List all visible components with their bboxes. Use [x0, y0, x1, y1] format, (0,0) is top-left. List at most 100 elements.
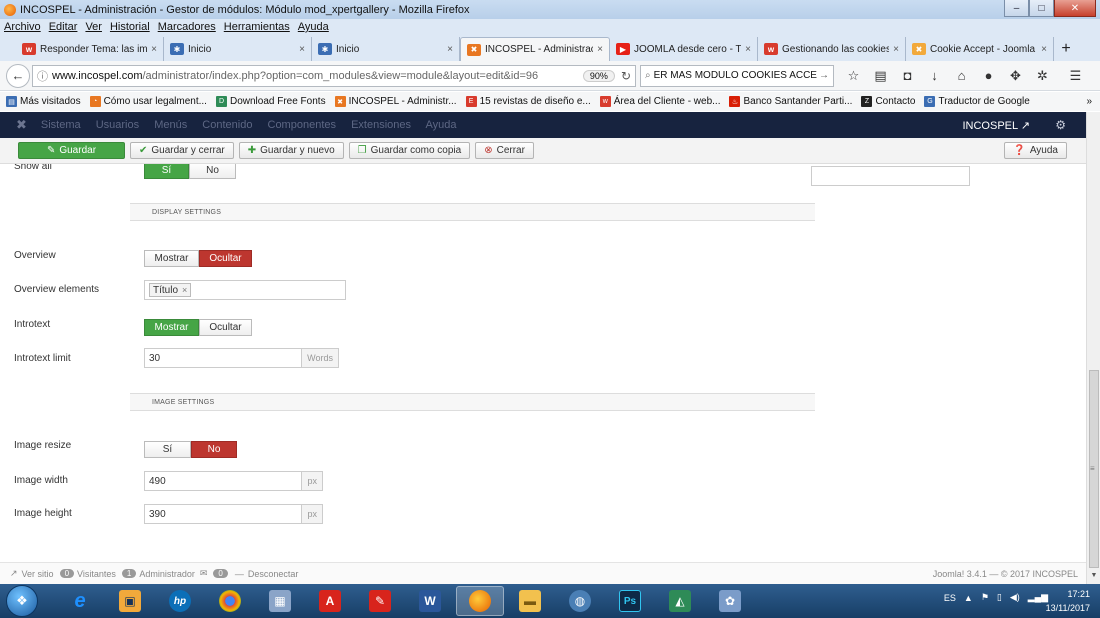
joomla-menu-componentes[interactable]: Componentes	[268, 119, 337, 131]
menu-ayuda[interactable]: Ayuda	[298, 21, 329, 33]
joomla-menu-ayuda[interactable]: Ayuda	[425, 119, 456, 131]
chip-remove-icon[interactable]: ×	[182, 285, 187, 295]
image-height-input[interactable]: 390	[145, 505, 301, 523]
menu-archivo[interactable]: Archivo	[4, 21, 41, 33]
back-button[interactable]: ←	[6, 63, 30, 88]
bookmark-item[interactable]: Z Contacto	[861, 96, 915, 107]
help-button[interactable]: ❓ Ayuda	[1004, 142, 1067, 159]
image-width-field[interactable]: 490 px	[144, 471, 323, 491]
overview-elements-field[interactable]: Título ×	[144, 280, 346, 300]
minimize-button[interactable]: ‒	[1004, 0, 1029, 17]
scroll-down-icon[interactable]: ▼	[1088, 570, 1100, 582]
tab-close-icon[interactable]: ×	[151, 44, 157, 55]
bookmark-item[interactable]: G Traductor de Google	[924, 96, 1030, 107]
addon-puzzle-icon[interactable]: ✲	[1029, 68, 1056, 84]
taskbar-ie-icon[interactable]: e	[56, 586, 104, 616]
joomla-menu-usuarios[interactable]: Usuarios	[96, 119, 139, 131]
envelope-icon[interactable]: ✉	[200, 568, 208, 579]
menu-historial[interactable]: Historial	[110, 21, 150, 33]
joomla-logo-icon[interactable]: ✖	[16, 117, 27, 133]
show-all-yes-option[interactable]: Sí	[144, 164, 189, 179]
search-input[interactable]: ER MAS MODULO COOKIES ACCEPT	[654, 70, 817, 81]
taskbar-media-icon[interactable]: ▣	[106, 586, 154, 616]
tab-close-icon[interactable]: ×	[1041, 44, 1047, 55]
overview-show-option[interactable]: Mostrar	[144, 250, 199, 267]
reload-icon[interactable]: ↻	[621, 69, 631, 83]
taskbar-word-icon[interactable]: W	[406, 586, 454, 616]
side-panel-field[interactable]	[811, 166, 970, 186]
tab-close-icon[interactable]: ×	[299, 44, 305, 55]
tab-close-icon[interactable]: ×	[745, 44, 751, 55]
pocket-icon[interactable]: ◘	[894, 68, 921, 84]
browser-tab[interactable]: w Gestionando las cookies ×	[758, 37, 906, 61]
bookmark-item[interactable]: ◔ Cómo usar legalment...	[89, 96, 207, 107]
bookmark-item[interactable]: D Download Free Fonts	[215, 96, 326, 107]
home-icon[interactable]: ⌂	[948, 68, 975, 84]
info-icon[interactable]: ⓘ	[37, 68, 48, 84]
taskbar-hp-icon[interactable]: hp	[156, 586, 204, 616]
close-button[interactable]: ⊗ Cerrar	[475, 142, 534, 159]
extension-icon[interactable]: ●	[975, 68, 1002, 84]
reading-list-icon[interactable]: ▤	[867, 68, 894, 84]
taskbar-firefox-icon[interactable]	[456, 586, 504, 616]
taskbar-dreamweaver-icon[interactable]: ◭	[656, 586, 704, 616]
page-scrollbar[interactable]: ≡ ▼	[1086, 112, 1100, 584]
windows-start-icon[interactable]: ❖	[6, 585, 38, 617]
introtext-limit-input[interactable]: 30	[145, 349, 301, 367]
close-window-button[interactable]: ✕	[1054, 0, 1096, 17]
menu-herramientas[interactable]: Herramientas	[224, 21, 290, 33]
save-new-button[interactable]: ✚ Guardar y nuevo	[238, 142, 344, 159]
bookmark-item[interactable]: ✖ INCOSPEL - Administr...	[334, 96, 457, 107]
browser-tab[interactable]: ✖ Cookie Accept - Joomla ×	[906, 37, 1054, 61]
download-icon[interactable]: ↓	[921, 68, 948, 84]
taskbar-photoshop-icon[interactable]: Ps	[606, 586, 654, 616]
maximize-button[interactable]: □	[1029, 0, 1054, 17]
search-box[interactable]: ⌕ ER MAS MODULO COOKIES ACCEPT →	[640, 64, 834, 87]
tab-close-icon[interactable]: ×	[893, 44, 899, 55]
save-copy-button[interactable]: ❐ Guardar como copia	[348, 142, 471, 159]
browser-tab-active[interactable]: ✖ INCOSPEL - Administrac ×	[460, 37, 610, 61]
save-button[interactable]: ✎ Guardar	[18, 142, 125, 159]
browser-tab[interactable]: ▶ JOOMLA desde cero - Tu ×	[610, 37, 758, 61]
bookmark-item[interactable]: ▤ Más visitados	[6, 96, 81, 107]
language-indicator[interactable]: ES	[944, 593, 956, 603]
site-link[interactable]: INCOSPEL ↗	[962, 119, 1030, 132]
hamburger-menu-icon[interactable]: ☰	[1062, 68, 1089, 84]
volume-icon[interactable]: ◀)	[1010, 592, 1020, 603]
taskbar-palette-icon[interactable]: ✿	[706, 586, 754, 616]
taskbar-explorer-icon[interactable]: ▬	[506, 586, 554, 616]
save-close-button[interactable]: ✔ Guardar y cerrar	[130, 142, 234, 159]
tab-close-icon[interactable]: ×	[597, 44, 603, 55]
taskbar-paint-icon[interactable]: ✎	[356, 586, 404, 616]
menu-editar[interactable]: Editar	[49, 21, 78, 33]
joomla-menu-sistema[interactable]: Sistema	[41, 119, 81, 131]
taskbar-calculator-icon[interactable]: ▦	[256, 586, 304, 616]
bookmark-item[interactable]: ♨ Banco Santander Parti...	[729, 96, 852, 107]
browser-tab[interactable]: ✱ Inicio ×	[164, 37, 312, 61]
bookmark-item[interactable]: E 15 revistas de diseño e...	[465, 96, 591, 107]
joomla-menu-menus[interactable]: Menús	[154, 119, 187, 131]
overview-hide-option[interactable]: Ocultar	[199, 250, 252, 267]
view-site-link[interactable]: Ver sitio	[22, 569, 54, 579]
taskbar-clock[interactable]: 17:21 13/11/2017	[1046, 587, 1090, 615]
tab-close-icon[interactable]: ×	[447, 44, 453, 55]
gear-icon[interactable]: ⚙	[1055, 118, 1066, 132]
menu-marcadores[interactable]: Marcadores	[158, 21, 216, 33]
tray-expand-icon[interactable]: ▲	[964, 593, 973, 603]
url-bar[interactable]: ⓘ www.incospel.com/administrator/index.p…	[32, 64, 636, 87]
taskbar-acrobat-icon[interactable]: A	[306, 586, 354, 616]
new-tab-button[interactable]: +	[1054, 37, 1078, 61]
bookmark-star-icon[interactable]: ☆	[840, 68, 867, 84]
show-all-no-option[interactable]: No	[189, 164, 236, 179]
browser-tab[interactable]: w Responder Tema: las imá ×	[16, 37, 164, 61]
image-resize-no-option[interactable]: No	[191, 441, 237, 458]
zoom-indicator[interactable]: 90%	[582, 69, 615, 82]
browser-tab[interactable]: ✱ Inicio ×	[312, 37, 460, 61]
battery-icon[interactable]: ▯	[997, 592, 1002, 603]
search-go-icon[interactable]: →	[819, 70, 829, 81]
menu-ver[interactable]: Ver	[85, 21, 102, 33]
image-height-field[interactable]: 390 px	[144, 504, 323, 524]
joomla-menu-contenido[interactable]: Contenido	[202, 119, 252, 131]
introtext-limit-field[interactable]: 30 Words	[144, 348, 339, 368]
logout-link[interactable]: Desconectar	[248, 569, 299, 579]
